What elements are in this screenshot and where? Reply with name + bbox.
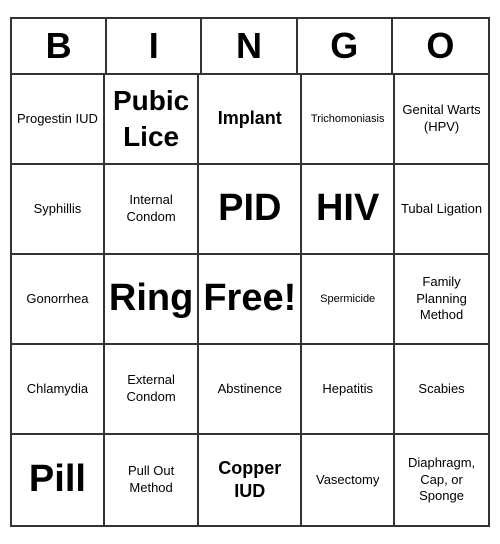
bingo-cell-6: Internal Condom — [105, 165, 199, 255]
cell-text-7: PID — [218, 184, 281, 233]
bingo-card: BINGO Progestin IUD Pubic Lice Implant Tric… — [10, 17, 490, 527]
cell-text-20: Pill — [29, 455, 86, 504]
cell-text-3: Trichomoniasis — [311, 112, 385, 126]
bingo-cell-1: Pubic Lice — [105, 75, 199, 165]
cell-text-9: Tubal Ligation — [401, 201, 482, 218]
cell-text-22: Copper IUD — [203, 457, 296, 504]
bingo-cell-8: HIV — [302, 165, 395, 255]
bingo-cell-21: Pull Out Method — [105, 435, 199, 525]
cell-text-8: HIV — [316, 184, 379, 233]
bingo-cell-20: Pill — [12, 435, 105, 525]
cell-text-18: Hepatitis — [322, 381, 373, 398]
bingo-cell-15: Chlamydia — [12, 345, 105, 435]
bingo-grid: Progestin IUD Pubic Lice Implant Trichomoni… — [12, 75, 488, 525]
cell-text-16: External Condom — [109, 372, 193, 406]
cell-text-19: Scabies — [418, 381, 464, 398]
cell-text-4: Genital Warts (HPV) — [399, 102, 484, 136]
bingo-cell-19: Scabies — [395, 345, 488, 435]
bingo-cell-24: Diaphragm, Cap, or Sponge — [395, 435, 488, 525]
header-letter-O: O — [393, 19, 488, 73]
header-letter-N: N — [202, 19, 297, 73]
cell-text-1: Pubic Lice — [109, 83, 193, 156]
cell-text-21: Pull Out Method — [109, 463, 193, 497]
cell-text-2: Implant — [218, 107, 282, 130]
bingo-cell-7: PID — [199, 165, 302, 255]
cell-text-17: Abstinence — [218, 381, 282, 398]
header-letter-I: I — [107, 19, 202, 73]
bingo-cell-16: External Condom — [105, 345, 199, 435]
bingo-cell-17: Abstinence — [199, 345, 302, 435]
cell-text-12: Free! — [203, 274, 296, 323]
bingo-cell-10: Gonorrhea — [12, 255, 105, 345]
bingo-cell-13: Spermicide — [302, 255, 395, 345]
bingo-cell-11: Ring — [105, 255, 199, 345]
bingo-header: BINGO — [12, 19, 488, 75]
cell-text-14: Family Planning Method — [399, 274, 484, 325]
header-letter-G: G — [298, 19, 393, 73]
cell-text-15: Chlamydia — [27, 381, 88, 398]
cell-text-6: Internal Condom — [109, 192, 193, 226]
cell-text-13: Spermicide — [320, 292, 375, 306]
bingo-cell-23: Vasectomy — [302, 435, 395, 525]
cell-text-5: Syphillis — [34, 201, 82, 218]
bingo-cell-0: Progestin IUD — [12, 75, 105, 165]
bingo-cell-22: Copper IUD — [199, 435, 302, 525]
bingo-cell-18: Hepatitis — [302, 345, 395, 435]
cell-text-0: Progestin IUD — [17, 111, 98, 128]
bingo-cell-9: Tubal Ligation — [395, 165, 488, 255]
cell-text-11: Ring — [109, 274, 193, 323]
bingo-cell-14: Family Planning Method — [395, 255, 488, 345]
bingo-cell-2: Implant — [199, 75, 302, 165]
bingo-cell-4: Genital Warts (HPV) — [395, 75, 488, 165]
bingo-cell-12: Free! — [199, 255, 302, 345]
bingo-cell-5: Syphillis — [12, 165, 105, 255]
header-letter-B: B — [12, 19, 107, 73]
cell-text-24: Diaphragm, Cap, or Sponge — [399, 455, 484, 506]
bingo-cell-3: Trichomoniasis — [302, 75, 395, 165]
cell-text-23: Vasectomy — [316, 472, 379, 489]
cell-text-10: Gonorrhea — [26, 291, 88, 308]
